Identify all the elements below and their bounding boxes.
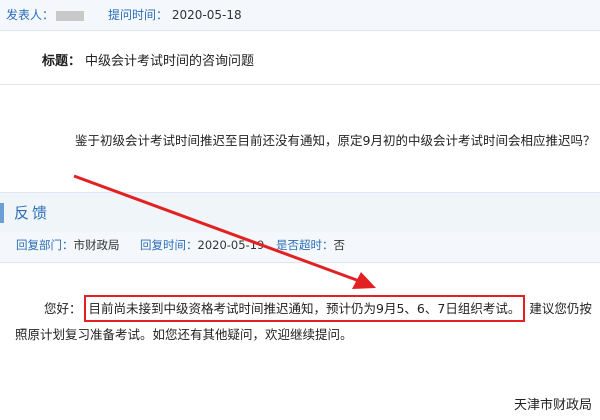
reply-meta-bar: 回复部门：市财政局 回复时间：2020-05-19 是否超时：否: [0, 232, 600, 263]
section-marker-icon: [0, 203, 4, 223]
overtime-value: 否: [333, 238, 346, 252]
answer-greeting: 您好：: [44, 301, 82, 316]
reply-time-value: 2020-05-19: [197, 238, 265, 252]
divider: [0, 84, 600, 85]
answer-rest: 建议您仍按: [529, 301, 592, 316]
highlighted-answer: 目前尚未接到中级资格考试时间推迟通知，预计仍为9月5、6、7日组织考试。: [83, 295, 526, 322]
subject-label: 标题：: [42, 54, 82, 69]
answer-line-1: 您好： 目前尚未接到中级资格考试时间推迟通知，预计仍为9月5、6、7日组织考试。 …: [15, 295, 592, 322]
feedback-title: 反馈: [14, 204, 51, 222]
subject-line: 标题： 中级会计考试时间的咨询问题: [42, 50, 254, 69]
subject-value: 中级会计考试时间的咨询问题: [85, 54, 255, 69]
question-time-value: 2020-05-18: [171, 8, 242, 22]
reply-dept-value: 市财政局: [73, 238, 120, 252]
publisher-label: 发表人：: [6, 8, 55, 22]
signature: 天津市财政局: [513, 398, 592, 413]
annotation-arrow-head: [352, 272, 376, 289]
answer-text: 您好： 目前尚未接到中级资格考试时间推迟通知，预计仍为9月5、6、7日组织考试。 …: [15, 295, 592, 348]
reply-dept-label: 回复部门：: [16, 238, 74, 252]
question-text: 鉴于初级会计考试时间推迟至目前还没有通知，原定9月初的中级会计考试时间会相应推迟…: [75, 133, 596, 148]
overtime-label: 是否超时：: [276, 238, 334, 252]
answer-line-2: 照原计划复习准备考试。如您还有其他疑问，欢迎继续提问。: [15, 327, 353, 342]
question-meta-bar: 发表人： 提问时间： 2020-05-18: [0, 0, 600, 31]
publisher-redacted: [56, 10, 85, 21]
question-time-label: 提问时间：: [108, 8, 169, 22]
feedback-header: 反馈: [0, 192, 600, 233]
reply-time-label: 回复时间：: [140, 238, 198, 252]
